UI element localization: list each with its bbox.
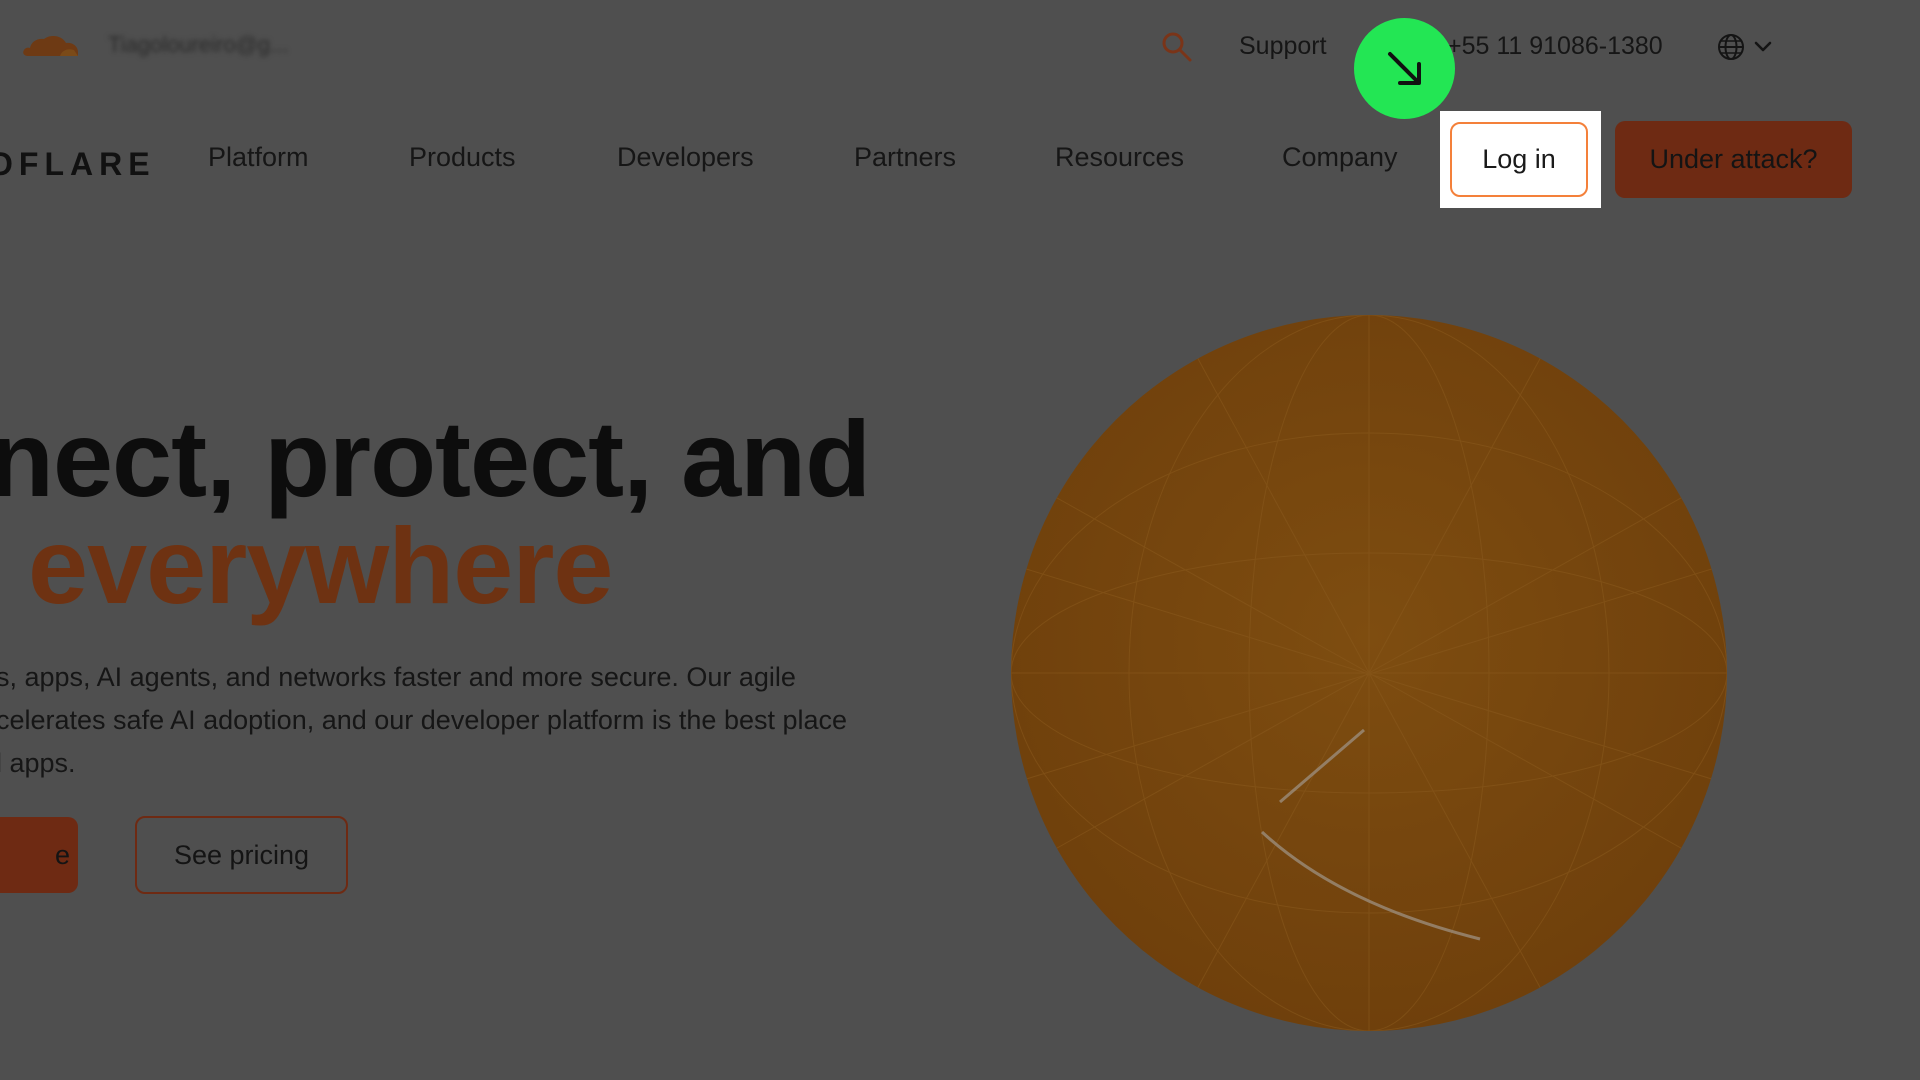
- primary-cta-button[interactable]: e: [0, 817, 78, 893]
- cursor-marker: [1354, 18, 1455, 119]
- see-pricing-button[interactable]: See pricing: [135, 816, 348, 894]
- hero-heading-prefix: l: [0, 505, 28, 626]
- nav-item-products[interactable]: Products: [409, 142, 516, 173]
- under-attack-button[interactable]: Under attack?: [1615, 121, 1852, 198]
- page: Tiagoloureiro@g... Support +55 11 91086-…: [0, 0, 1920, 1080]
- hero-description-line-2: celerates safe AI adoption, and our deve…: [0, 705, 848, 735]
- language-selector[interactable]: [1716, 30, 1782, 64]
- nav-item-partners[interactable]: Partners: [854, 142, 956, 173]
- hero-description: s, apps, AI agents, and networks faster …: [0, 656, 976, 785]
- account-email[interactable]: Tiagoloureiro@g...: [108, 32, 289, 58]
- cloudflare-logo-icon[interactable]: [20, 30, 84, 62]
- nav-item-resources[interactable]: Resources: [1055, 142, 1184, 173]
- globe-icon: [1718, 34, 1744, 60]
- nav-item-company[interactable]: Company: [1282, 142, 1398, 173]
- hero-heading-line-2: l everywhere: [0, 512, 613, 620]
- hero-heading-accent: everywhere: [28, 505, 613, 626]
- globe-illustration: [1011, 315, 1727, 1031]
- search-icon[interactable]: [1160, 30, 1194, 64]
- support-link[interactable]: Support: [1239, 32, 1327, 61]
- chevron-down-icon: [1754, 41, 1772, 52]
- login-button[interactable]: Log in: [1450, 122, 1588, 197]
- brand-wordmark[interactable]: OFLARE: [0, 146, 156, 183]
- arrow-down-right-icon: [1387, 51, 1421, 85]
- phone-number[interactable]: +55 11 91086-1380: [1447, 32, 1663, 61]
- hero-description-line-1: s, apps, AI agents, and networks faster …: [0, 662, 796, 692]
- hero-heading-line-1: nect, protect, and: [0, 398, 871, 519]
- hero-description-line-3: l apps.: [0, 748, 76, 778]
- nav-item-developers[interactable]: Developers: [617, 142, 754, 173]
- nav-item-platform[interactable]: Platform: [208, 142, 309, 173]
